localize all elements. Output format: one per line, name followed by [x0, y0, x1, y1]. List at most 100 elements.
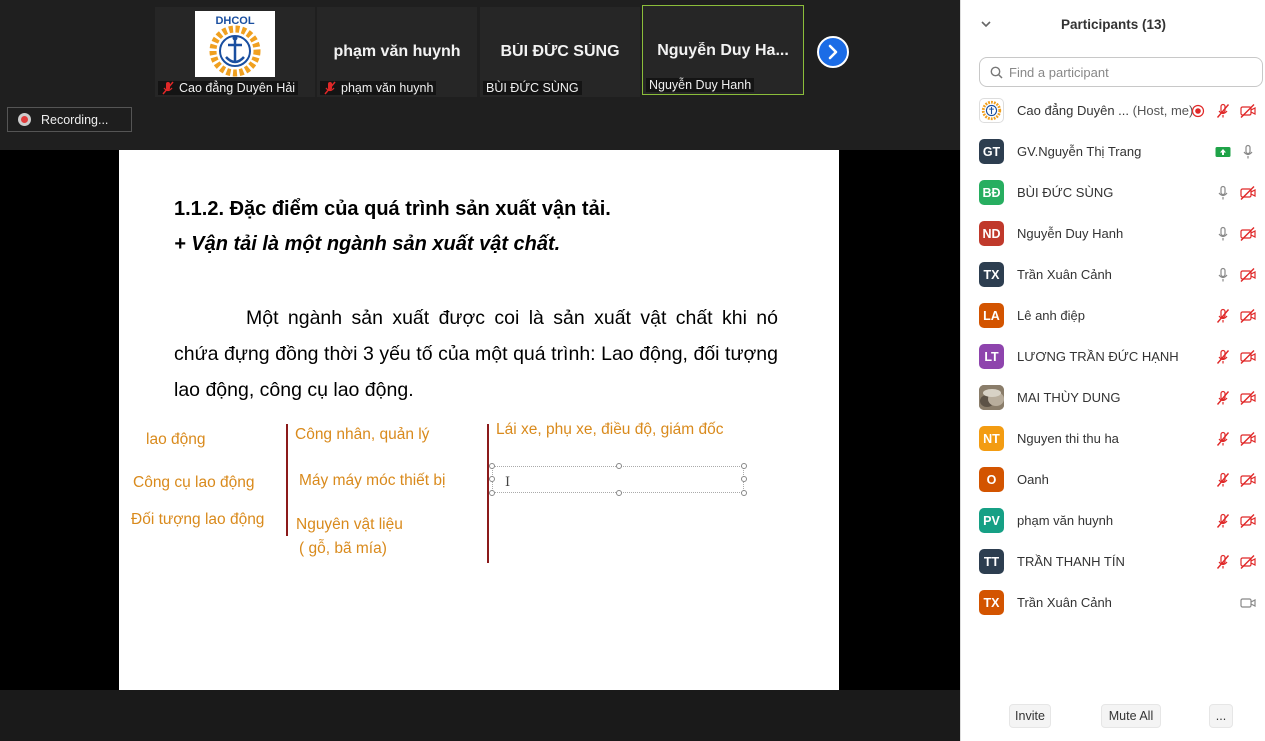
avatar: LA [979, 303, 1004, 328]
participant-status-icons [1215, 349, 1256, 365]
participant-name: Trần Xuân Cảnh [1017, 267, 1112, 282]
participant-row[interactable]: LT LƯƠNG TRẦN ĐỨC HẠNH [961, 336, 1265, 377]
participant-row[interactable]: TX Trần Xuân Cảnh [961, 254, 1265, 295]
participant-name-text: Oanh [1017, 472, 1049, 487]
mic-off-icon [1215, 513, 1231, 529]
resize-handle[interactable] [489, 476, 495, 482]
participant-name-text: LƯƠNG TRẦN ĐỨC HẠNH [1017, 349, 1179, 364]
video-thumbnail[interactable]: BÙI ĐỨC SÙNG BÙI ĐỨC SÙNG [480, 7, 640, 97]
participant-name: phạm văn huynh [1017, 513, 1113, 528]
mic-off-icon [1215, 390, 1231, 406]
video-off-icon [1240, 185, 1256, 201]
participant-name-text: BÙI ĐỨC SÙNG [1017, 185, 1114, 200]
participant-name: Lê anh điệp [1017, 308, 1085, 323]
participant-row[interactable]: PV phạm văn huynh [961, 500, 1265, 541]
participant-row[interactable]: Cao đẳng Duyên ... (Host, me) [961, 90, 1265, 131]
avatar: O [979, 467, 1004, 492]
video-thumbnail[interactable]: phạm văn huynh phạm văn huynh [317, 7, 477, 97]
participant-name: GV.Nguyễn Thị Trang [1017, 144, 1141, 159]
participant-row[interactable]: TX Trần Xuân Cảnh [961, 582, 1265, 623]
participant-name-text: GV.Nguyễn Thị Trang [1017, 144, 1142, 159]
annotation-text: ( gỗ, bã mía) [299, 540, 387, 557]
next-page-button[interactable] [817, 36, 849, 68]
participant-name: Cao đẳng Duyên ... (Host, me) [1017, 103, 1193, 118]
participant-search[interactable] [979, 57, 1263, 87]
thumbnail-label: Cao đẳng Duyên Hải [158, 81, 299, 95]
resize-handle[interactable] [489, 490, 495, 496]
share-screen-icon [1215, 144, 1231, 160]
avatar [979, 385, 1004, 410]
avatar: NT [979, 426, 1004, 451]
resize-handle[interactable] [741, 490, 747, 496]
thumbnail-name: BÙI ĐỨC SÙNG [486, 81, 579, 95]
logo-text: DHCOL [215, 15, 254, 27]
mic-off-icon [162, 81, 174, 95]
annotation-textbox[interactable] [489, 463, 747, 496]
participants-header: Participants (13) [961, 0, 1265, 50]
participant-status-icons [1215, 472, 1256, 488]
participant-name: Trần Xuân Cảnh [1017, 595, 1112, 610]
video-off-icon [1240, 431, 1256, 447]
avatar-initials: NT [983, 431, 1000, 446]
avatar-initials: GT [982, 144, 1001, 159]
meeting-bottom-bar [0, 690, 960, 741]
resize-handle[interactable] [616, 463, 622, 469]
thumbnail-display-name: Nguyễn Duy Ha... [657, 42, 789, 59]
participant-row[interactable]: BĐ BÙI ĐỨC SÙNG [961, 172, 1265, 213]
participant-row[interactable]: LA Lê anh điệp [961, 295, 1265, 336]
mic-icon [1215, 185, 1231, 201]
resize-handle[interactable] [741, 463, 747, 469]
participants-panel: Participants (13) Cao đẳng Duyên ... (Ho… [960, 0, 1265, 741]
participant-name-text: Trần Xuân Cảnh [1017, 595, 1112, 610]
resize-handle[interactable] [616, 490, 622, 496]
avatar: LT [979, 344, 1004, 369]
thumbnail-label: Nguyễn Duy Hanh [646, 78, 755, 92]
participant-status-icons [1215, 308, 1256, 324]
video-off-icon [1240, 226, 1256, 242]
participant-name: Nguyễn Duy Hanh [1017, 226, 1123, 241]
participant-name-text: Cao đẳng Duyên ... [1017, 103, 1130, 118]
recording-indicator[interactable]: Recording... [7, 107, 132, 132]
participant-name-text: Lê anh điệp [1017, 308, 1085, 323]
participant-status-icons [1240, 595, 1256, 611]
participant-status-icons [1215, 554, 1256, 570]
participant-name-text: Nguyen thi thu ha [1017, 431, 1119, 446]
thumbnail-display-name: BÙI ĐỨC SÙNG [500, 43, 620, 60]
video-off-icon [1240, 513, 1256, 529]
chevron-right-icon [828, 44, 838, 60]
slide-subtitle: + Vận tải là một ngành sản xuất vật chất… [174, 233, 561, 255]
participant-row[interactable]: ND Nguyễn Duy Hanh [961, 213, 1265, 254]
more-options-button[interactable]: ... [1209, 704, 1233, 728]
participant-name: Nguyen thi thu ha [1017, 431, 1119, 446]
thumbnail-label: BÙI ĐỨC SÙNG [483, 81, 582, 95]
participant-row[interactable]: GT GV.Nguyễn Thị Trang [961, 131, 1265, 172]
mic-off-icon [1215, 349, 1231, 365]
participant-row[interactable]: NT Nguyen thi thu ha [961, 418, 1265, 459]
video-thumbnail[interactable]: DHCOL Cao đẳng Duyên Hải [155, 7, 315, 97]
annotation-text: Lái xe, phụ xe, điều độ, giám đốc [496, 421, 724, 438]
participant-row[interactable]: TT TRẦN THANH TÍN [961, 541, 1265, 582]
annotation-text: Công cụ lao động [133, 474, 255, 491]
search-input[interactable] [1009, 64, 1249, 80]
annotation-text: Đối tượng lao động [131, 511, 265, 528]
resize-handle[interactable] [489, 463, 495, 469]
participant-name: LƯƠNG TRẦN ĐỨC HẠNH [1017, 349, 1179, 364]
video-thumbnail-active-speaker[interactable]: Nguyễn Duy Ha... Nguyễn Duy Hanh [642, 5, 804, 95]
participant-row[interactable]: O Oanh [961, 459, 1265, 500]
participant-row[interactable]: MAI THÙY DUNG [961, 377, 1265, 418]
invite-button[interactable]: Invite [1009, 704, 1051, 728]
participant-status-icons [1215, 144, 1256, 160]
participant-status-icons [1215, 513, 1256, 529]
participant-status-icons [1215, 431, 1256, 447]
avatar-initials: TX [983, 595, 1000, 610]
participant-name: TRẦN THANH TÍN [1017, 554, 1125, 569]
participants-title: Participants (13) [1060, 17, 1167, 32]
mute-all-button[interactable]: Mute All [1101, 704, 1161, 728]
avatar: PV [979, 508, 1004, 533]
avatar-initials: O [986, 472, 997, 487]
resize-handle[interactable] [741, 476, 747, 482]
recording-icon [18, 113, 31, 126]
thumbnail-label: phạm văn huynh [320, 81, 437, 95]
participant-name: BÙI ĐỨC SÙNG [1017, 185, 1113, 200]
mic-icon [1215, 226, 1231, 242]
